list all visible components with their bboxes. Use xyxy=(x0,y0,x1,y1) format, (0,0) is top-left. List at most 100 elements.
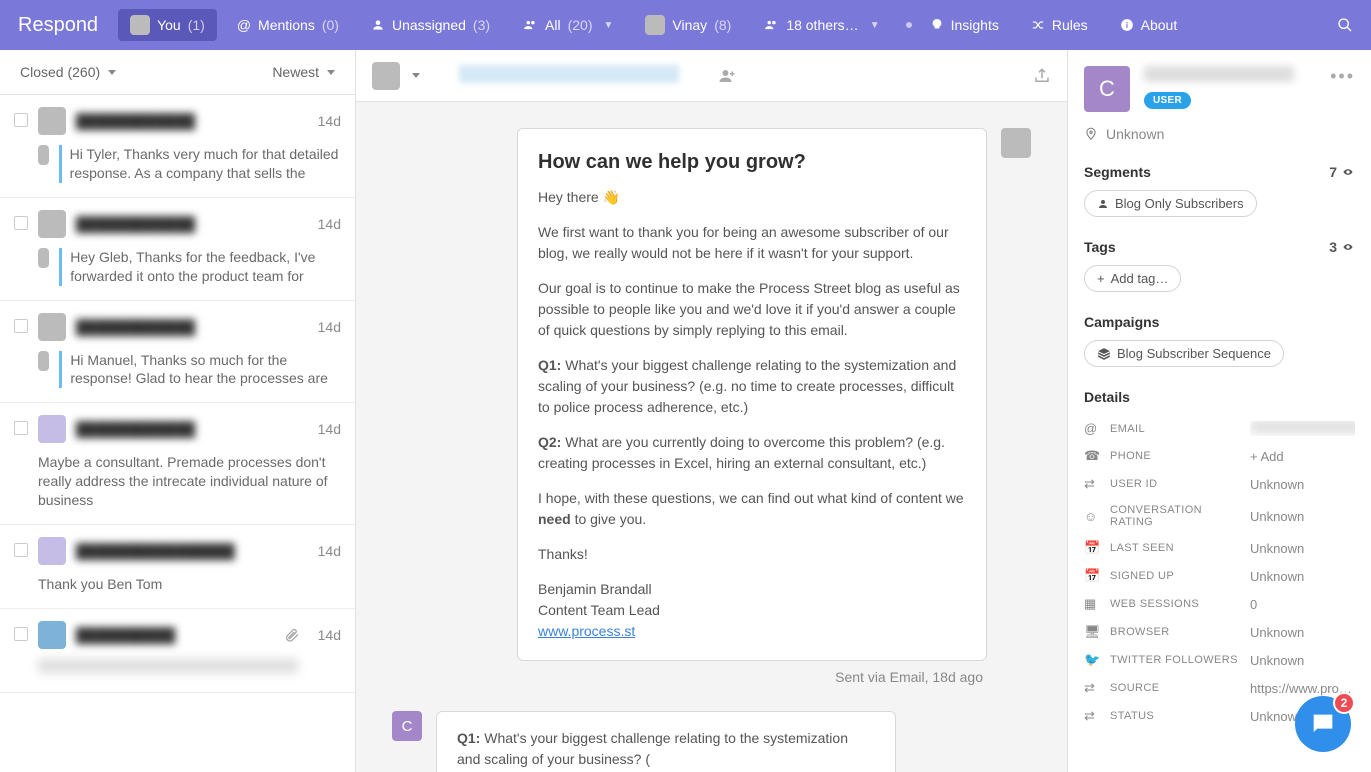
detail-label: SIGNED UP xyxy=(1110,570,1240,582)
text: We first want to thank you for being an … xyxy=(538,222,966,264)
location-icon xyxy=(1084,127,1098,141)
more-icon[interactable]: ••• xyxy=(1330,66,1355,87)
conversation-item[interactable]: ████████████████ 14d Thank you Ben Tom xyxy=(0,525,355,609)
conversation-item[interactable]: ████████████ 14d Hi Tyler, Thanks very m… xyxy=(0,95,355,198)
nav-all[interactable]: All (20) ▼ xyxy=(510,11,625,39)
detail-row: ☺CONVERSATION RATINGUnknown xyxy=(1084,498,1355,534)
nav-insights[interactable]: Insights xyxy=(918,11,1011,39)
user-avatar: C xyxy=(1084,66,1130,112)
contact-name: ████████████ xyxy=(76,319,195,335)
nav-rules[interactable]: Rules xyxy=(1019,11,1100,39)
conversation-item[interactable]: ████████████ 14d Maybe a consultant. Pre… xyxy=(0,403,355,525)
detail-value: 0 xyxy=(1250,597,1355,612)
detail-row: 📅SIGNED UPUnknown xyxy=(1084,562,1355,590)
nav-label: All xyxy=(545,17,561,33)
campaign-pill[interactable]: Blog Subscriber Sequence xyxy=(1084,340,1284,367)
contact-name: ████████████ xyxy=(76,421,195,437)
detail-row: ☎PHONE+ Add xyxy=(1084,442,1355,470)
detail-icon: @ xyxy=(1084,421,1100,436)
detail-label: BROWSER xyxy=(1110,626,1240,638)
users-icon xyxy=(763,18,779,32)
nav-about[interactable]: i About xyxy=(1108,11,1190,39)
sort-dropdown[interactable]: Newest xyxy=(272,64,335,80)
mention-icon: @ xyxy=(237,17,251,33)
bulb-icon xyxy=(930,18,944,32)
nav-vinay[interactable]: Vinay (8) xyxy=(633,9,743,41)
detail-label: LAST SEEN xyxy=(1110,542,1240,554)
preview-text: Thank you Ben Tom xyxy=(38,575,341,594)
checkbox[interactable] xyxy=(14,627,28,641)
nav-label: Unassigned xyxy=(392,17,466,33)
section-title: Segments xyxy=(1084,164,1151,180)
preview-text: Hey Gleb, Thanks for the feedback, I've … xyxy=(59,248,341,286)
chat-icon xyxy=(1309,710,1337,738)
intercom-launcher[interactable]: 2 xyxy=(1295,696,1351,752)
nav-label: Vinay xyxy=(672,17,707,33)
conversation-body[interactable]: How can we help you grow? Hey there 👋 We… xyxy=(356,102,1067,772)
nav-label: You xyxy=(157,17,181,33)
users-icon xyxy=(522,18,538,32)
avatar[interactable] xyxy=(372,62,400,90)
text: Q1: xyxy=(457,730,480,746)
conversation-list[interactable]: ████████████ 14d Hi Tyler, Thanks very m… xyxy=(0,95,355,772)
nav-count: (20) xyxy=(568,17,593,33)
checkbox[interactable] xyxy=(14,319,28,333)
add-tag-button[interactable]: + Add tag… xyxy=(1084,265,1181,292)
nav-label: About xyxy=(1141,17,1178,33)
filter-label: Closed (260) xyxy=(20,64,100,80)
chevron-down-icon xyxy=(108,70,116,75)
text: What are you currently doing to overcome… xyxy=(538,434,945,471)
signature-link[interactable]: www.process.st xyxy=(538,623,635,639)
segment-pill[interactable]: Blog Only Subscribers xyxy=(1084,190,1257,217)
sent-meta: Sent via Email, 18d ago xyxy=(392,669,983,685)
detail-label: SOURCE xyxy=(1110,682,1240,694)
detail-icon: 🐦 xyxy=(1084,652,1100,668)
search-icon[interactable] xyxy=(1337,17,1353,33)
brand: Respond xyxy=(18,14,98,37)
nav-mentions[interactable]: @ Mentions (0) xyxy=(225,11,351,39)
nav-you[interactable]: You (1) xyxy=(118,9,217,41)
contact-name: ████████████ xyxy=(76,216,195,232)
checkbox[interactable] xyxy=(14,543,28,557)
conversation-item[interactable]: ████████████ 14d Hey Gleb, Thanks for th… xyxy=(0,198,355,301)
signature-title: Content Team Lead xyxy=(538,600,966,621)
checkbox[interactable] xyxy=(14,216,28,230)
chevron-down-icon[interactable]: ▼ xyxy=(604,20,614,31)
detail-row: 🐦TWITTER FOLLOWERSUnknown xyxy=(1084,646,1355,674)
timestamp: 14d xyxy=(318,543,341,559)
user-avatar: C xyxy=(392,711,422,741)
add-user-icon[interactable] xyxy=(718,67,736,85)
avatar xyxy=(38,248,49,268)
nav-unassigned[interactable]: Unassigned (3) xyxy=(359,11,502,39)
avatar xyxy=(645,15,665,35)
avatar xyxy=(38,351,49,371)
detail-row: ⇄USER IDUnknown xyxy=(1084,470,1355,498)
detail-value[interactable]: + Add xyxy=(1250,449,1355,464)
conversation-item[interactable]: ████████████ 14d Hi Manuel, Thanks so mu… xyxy=(0,301,355,404)
detail-value xyxy=(1250,421,1355,436)
detail-icon: ⇄ xyxy=(1084,680,1100,696)
conversation-item[interactable]: ██████████ 14d xyxy=(0,609,355,693)
user-icon xyxy=(1097,198,1109,210)
conversation-header xyxy=(356,50,1067,102)
section-title: Details xyxy=(1084,389,1130,405)
avatar xyxy=(38,621,66,649)
section-count[interactable]: 3 xyxy=(1329,239,1355,255)
avatar xyxy=(38,313,66,341)
checkbox[interactable] xyxy=(14,113,28,127)
section-count[interactable]: 7 xyxy=(1329,164,1355,180)
export-icon[interactable] xyxy=(1033,67,1051,85)
chevron-down-icon[interactable] xyxy=(412,73,420,78)
chevron-down-icon[interactable]: ▼ xyxy=(870,20,880,31)
user-name xyxy=(1144,66,1294,82)
filter-dropdown[interactable]: Closed (260) xyxy=(20,64,116,80)
timestamp: 14d xyxy=(318,627,341,643)
pill-label: Blog Subscriber Sequence xyxy=(1117,346,1271,361)
checkbox[interactable] xyxy=(14,421,28,435)
text: Q1: xyxy=(538,357,561,373)
nav-others[interactable]: 18 others… ▼ xyxy=(751,11,891,39)
tags-section: Tags 3 + Add tag… xyxy=(1084,239,1355,292)
svg-text:i: i xyxy=(1126,21,1128,30)
details-section: Details @EMAIL☎PHONE+ Add⇄USER IDUnknown… xyxy=(1084,389,1355,730)
stack-icon xyxy=(1097,347,1111,361)
